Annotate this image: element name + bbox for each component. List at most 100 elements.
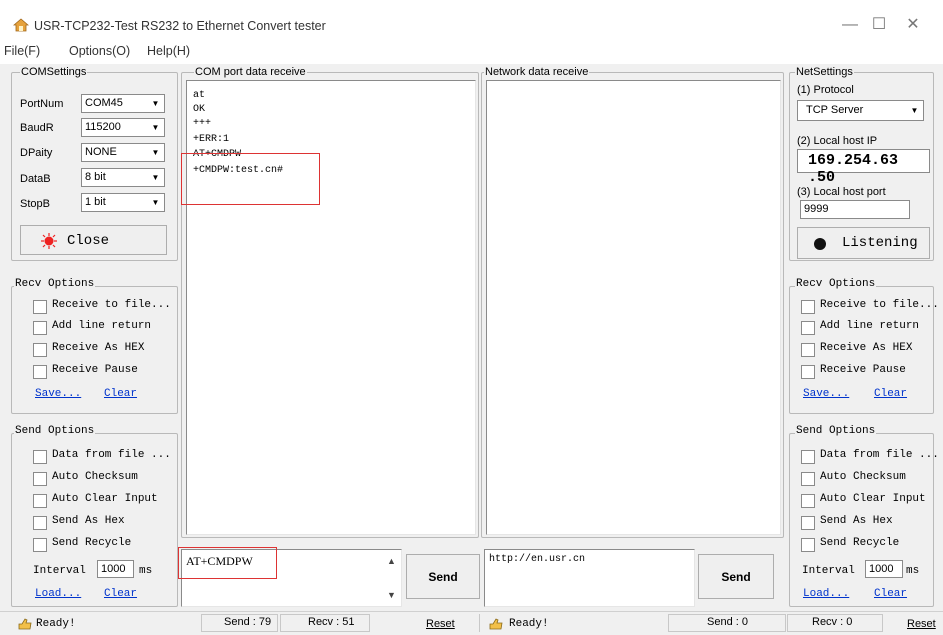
right-send-recycle-checkbox[interactable] bbox=[801, 538, 815, 552]
portnum-select[interactable]: COM45 ▼ bbox=[81, 94, 165, 113]
local-port-input[interactable]: 9999 bbox=[800, 200, 910, 219]
left-receive-pause-checkbox[interactable] bbox=[33, 365, 47, 379]
left-receive-to-file-label: Receive to file... bbox=[52, 299, 171, 311]
listening-label: Listening bbox=[842, 235, 918, 251]
close-port-button[interactable]: Close bbox=[20, 225, 167, 255]
recv-count: Recv : 51 bbox=[308, 616, 355, 628]
right-load-link[interactable]: Load... bbox=[803, 588, 849, 600]
recv-count-cell: Recv : 51 bbox=[280, 614, 370, 632]
left-send-options-label: Send Options bbox=[14, 425, 96, 437]
right-interval-value: 1000 bbox=[869, 563, 894, 575]
red-indicator-icon bbox=[41, 233, 57, 249]
menu-help[interactable]: Help(H) bbox=[147, 44, 190, 58]
local-ip-input[interactable]: 169.254.63 .50 bbox=[797, 149, 930, 186]
left-auto-clear-input-checkbox[interactable] bbox=[33, 494, 47, 508]
right-interval-input[interactable]: 1000 bbox=[865, 560, 903, 578]
right-receive-pause-label: Receive Pause bbox=[820, 364, 906, 376]
stopbits-select[interactable]: 1 bit ▼ bbox=[81, 193, 165, 212]
net-recv-count: Recv : 0 bbox=[812, 616, 853, 628]
right-auto-checksum-label: Auto Checksum bbox=[820, 471, 906, 483]
left-data-from-file-checkbox[interactable] bbox=[33, 450, 47, 464]
menu-options[interactable]: Options(O) bbox=[69, 44, 130, 58]
com-receive-line: +ERR:1 bbox=[193, 134, 230, 145]
com-receive-textarea[interactable]: at OK +++ +ERR:1 AT+CMDPW +CMDPW:test.cn… bbox=[186, 80, 476, 535]
title-bar: USR-TCP232-Test RS232 to Ethernet Conver… bbox=[0, 0, 943, 48]
right-data-from-file-label: Data from file ... bbox=[820, 449, 939, 461]
left-add-line-return-label: Add line return bbox=[52, 320, 152, 332]
status-separator bbox=[479, 614, 480, 632]
right-recv-options-label: Recv Options bbox=[795, 278, 877, 290]
app-icon bbox=[12, 18, 30, 32]
right-auto-checksum-checkbox[interactable] bbox=[801, 472, 815, 486]
left-send-recycle-checkbox[interactable] bbox=[33, 538, 47, 552]
parity-select[interactable]: NONE ▼ bbox=[81, 143, 165, 162]
com-settings-label: COMSettings bbox=[20, 66, 88, 78]
right-auto-clear-input-label: Auto Clear Input bbox=[820, 493, 926, 505]
net-settings-label: NetSettings bbox=[795, 66, 854, 78]
right-send-options-label: Send Options bbox=[795, 425, 877, 437]
ready-hand-icon bbox=[18, 618, 32, 630]
highlight-box bbox=[181, 153, 320, 205]
right-interval-label: Interval bbox=[802, 565, 855, 577]
parity-label: DPaity bbox=[20, 147, 53, 159]
net-send-input[interactable]: http://en.usr.cn bbox=[484, 549, 695, 607]
left-send-clear-link[interactable]: Clear bbox=[104, 588, 137, 600]
listening-button[interactable]: Listening bbox=[797, 227, 930, 259]
scroll-down-icon[interactable]: ▼ bbox=[387, 590, 396, 600]
com-receive-line: at bbox=[193, 90, 206, 101]
protocol-value: TCP Server bbox=[806, 104, 864, 116]
right-save-link[interactable]: Save... bbox=[803, 388, 849, 400]
close-window-button[interactable]: ✕ bbox=[890, 8, 936, 42]
close-port-label: Close bbox=[67, 233, 110, 249]
local-port-value: 9999 bbox=[804, 203, 829, 215]
baudrate-select[interactable]: 115200 ▼ bbox=[81, 118, 165, 137]
stopbits-label: StopB bbox=[20, 198, 50, 210]
net-send-button[interactable]: Send bbox=[698, 554, 774, 599]
send-count-cell: Send : 79 bbox=[201, 614, 278, 632]
com-receive-line: +++ bbox=[193, 118, 212, 129]
local-ip-value: 169.254.63 .50 bbox=[808, 152, 899, 186]
left-auto-checksum-checkbox[interactable] bbox=[33, 472, 47, 486]
right-data-from-file-checkbox[interactable] bbox=[801, 450, 815, 464]
right-send-as-hex-checkbox[interactable] bbox=[801, 516, 815, 530]
right-receive-hex-checkbox[interactable] bbox=[801, 343, 815, 357]
left-data-from-file-label: Data from file ... bbox=[52, 449, 171, 461]
databits-select[interactable]: 8 bit ▼ bbox=[81, 168, 165, 187]
left-receive-hex-checkbox[interactable] bbox=[33, 343, 47, 357]
left-send-as-hex-checkbox[interactable] bbox=[33, 516, 47, 530]
left-load-link[interactable]: Load... bbox=[35, 588, 81, 600]
left-recv-clear-link[interactable]: Clear bbox=[104, 388, 137, 400]
send-count: Send : 79 bbox=[224, 616, 272, 628]
net-send-count: Send : 0 bbox=[707, 616, 748, 628]
net-receive-label: Network data receive bbox=[484, 66, 590, 78]
reset-right-button[interactable]: Reset bbox=[907, 618, 936, 630]
chevron-down-icon: ▼ bbox=[151, 198, 160, 207]
left-auto-checksum-label: Auto Checksum bbox=[52, 471, 138, 483]
left-add-line-return-checkbox[interactable] bbox=[33, 321, 47, 335]
portnum-label: PortNum bbox=[20, 98, 64, 110]
baudrate-label: BaudR bbox=[20, 122, 54, 134]
reset-left-button[interactable]: Reset bbox=[426, 618, 455, 630]
net-send-input-value: http://en.usr.cn bbox=[489, 554, 586, 565]
left-save-link[interactable]: Save... bbox=[35, 388, 81, 400]
chevron-down-icon: ▼ bbox=[910, 106, 919, 115]
menu-file[interactable]: File(F) bbox=[4, 44, 40, 58]
protocol-select[interactable]: TCP Server ▼ bbox=[797, 100, 924, 121]
left-ready-status: Ready! bbox=[36, 618, 76, 630]
net-receive-textarea[interactable] bbox=[486, 80, 781, 535]
left-receive-to-file-checkbox[interactable] bbox=[33, 300, 47, 314]
left-interval-unit: ms bbox=[139, 565, 153, 577]
right-send-clear-link[interactable]: Clear bbox=[874, 588, 907, 600]
right-send-as-hex-label: Send As Hex bbox=[820, 515, 893, 527]
com-receive-label: COM port data receive bbox=[194, 66, 307, 78]
right-recv-clear-link[interactable]: Clear bbox=[874, 388, 907, 400]
left-interval-input[interactable]: 1000 bbox=[97, 560, 134, 578]
com-send-button[interactable]: Send bbox=[406, 554, 480, 599]
right-receive-pause-checkbox[interactable] bbox=[801, 365, 815, 379]
left-receive-pause-label: Receive Pause bbox=[52, 364, 138, 376]
right-receive-to-file-checkbox[interactable] bbox=[801, 300, 815, 314]
scroll-up-icon[interactable]: ▲ bbox=[387, 556, 396, 566]
window-title: USR-TCP232-Test RS232 to Ethernet Conver… bbox=[34, 19, 326, 33]
right-add-line-return-checkbox[interactable] bbox=[801, 321, 815, 335]
right-auto-clear-input-checkbox[interactable] bbox=[801, 494, 815, 508]
